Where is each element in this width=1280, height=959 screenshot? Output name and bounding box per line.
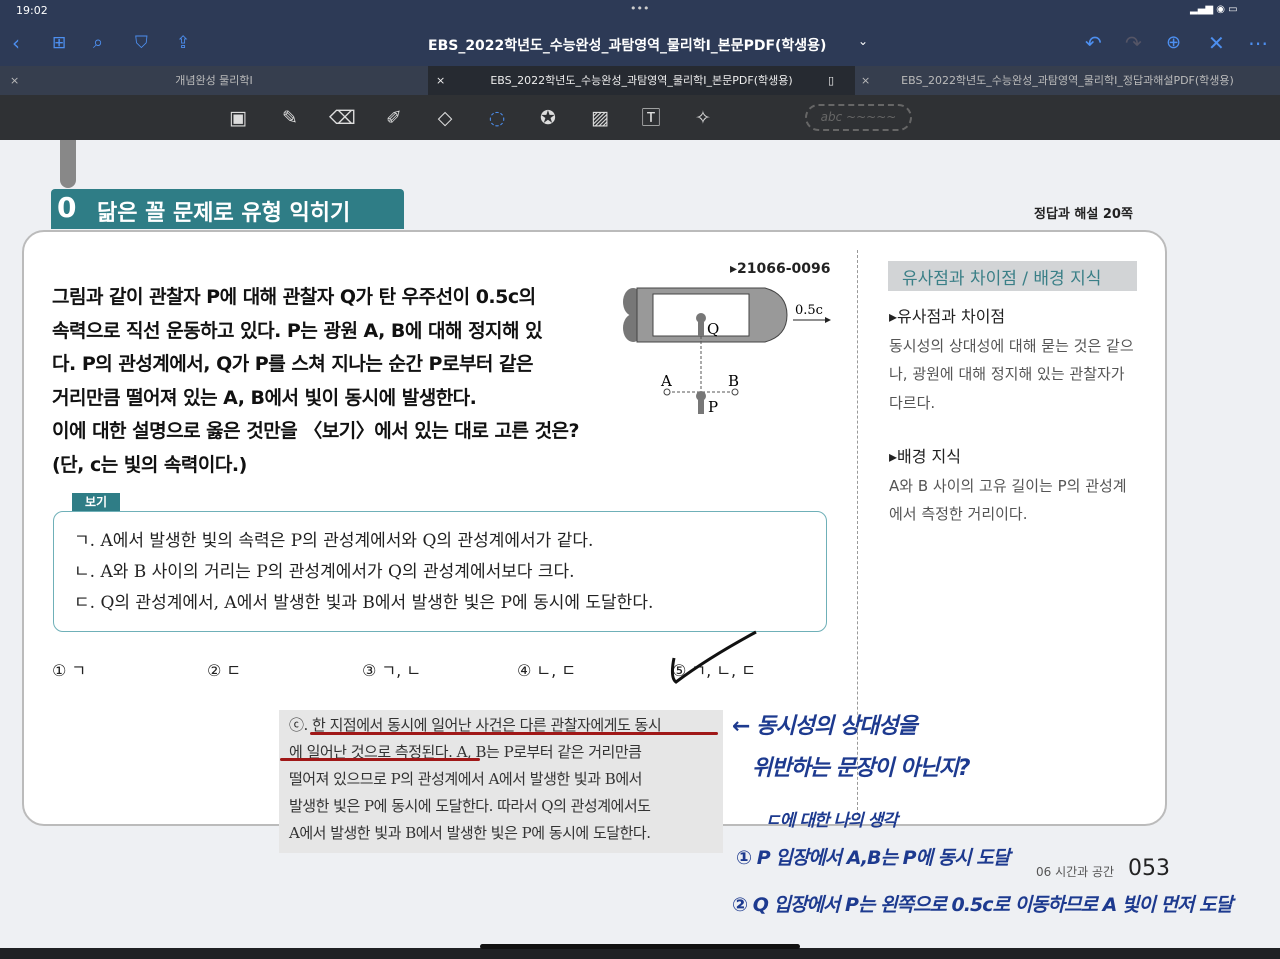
nav-bar: ‹ ⊞ ⌕ ⛉ ⇪ EBS_2022학년도_수능완성_과탐영역_물리학I_본문P… [0, 22, 1280, 66]
section-title: 닮은 꼴 문제로 유형 익히기 [97, 201, 351, 226]
choice-3[interactable]: ③ ㄱ, ㄴ [362, 657, 421, 681]
image-icon[interactable]: ▨ [587, 105, 613, 131]
search-icon[interactable]: ⌕ [93, 32, 103, 54]
handwritten-note: ② Q 입장에서 P는 왼쪽으로 0.5c로 이동하므로 A 빛이 먼저 도달 [732, 894, 1233, 916]
footer-chapter: 06 시간과 공간 [1036, 865, 1115, 879]
underline-annotation [310, 732, 718, 735]
label-p: P [708, 398, 718, 416]
bogi-item: ㄴ. A와 B 사이의 거리는 P의 관성계에서가 Q의 관성계에서보다 크다. [74, 562, 575, 582]
tab-bar: × 개념완성 물리학I × EBS_2022학년도_수능완성_과탐영역_물리학I… [0, 66, 1280, 95]
side-header: 유사점과 차이점 / 배경 지식 [888, 261, 1137, 291]
page-number: 053 [1128, 856, 1170, 881]
annotation-toolbar: ▣ ✎ ⌫ ✐ ◇ ◌ ✪ ▨ 🅃 ✧ abc ~~~~~ [0, 95, 1280, 140]
laser-pointer-icon[interactable]: ✧ [690, 105, 716, 131]
clock: 19:02 [16, 4, 48, 17]
bogi-item: ㄱ. A에서 발생한 빛의 속력은 P의 관성계에서와 Q의 관성계에서가 같다… [74, 531, 594, 551]
spaceship-figure: 0.5c Q A B P [623, 287, 831, 416]
eraser-icon[interactable]: ⌫ [329, 105, 356, 131]
text-icon[interactable]: 🅃 [638, 105, 664, 131]
close-pen-icon[interactable]: ✕ [1208, 32, 1225, 54]
page-tool-icon[interactable]: ▣ [225, 105, 251, 131]
redo-icon[interactable]: ↷ [1125, 32, 1142, 54]
share-icon[interactable]: ⇪ [176, 32, 190, 54]
tab-close-icon[interactable]: × [861, 66, 870, 95]
underline-annotation [280, 758, 480, 761]
bottom-bar [0, 948, 1280, 959]
split-view-icon[interactable]: ▯ [828, 66, 834, 95]
shapes-icon[interactable]: ◇ [432, 105, 458, 131]
add-page-icon[interactable]: ⊕ [1166, 32, 1181, 54]
tab-answers[interactable]: × EBS_2022학년도_수능완성_과탐영역_물리학I_정답과해설PDF(학생… [855, 66, 1280, 95]
tab-label: EBS_2022학년도_수능완성_과탐영역_물리학I_정답과해설PDF(학생용) [901, 74, 1234, 87]
undo-icon[interactable]: ↶ [1085, 32, 1102, 54]
question-text: 그림과 같이 관찰자 P에 대해 관찰자 Q가 탄 우주선이 0.5c의 속력으로… [52, 286, 580, 476]
answer-reference: 정답과 해설 20쪽 [1034, 207, 1133, 222]
bogi-item: ㄷ. Q의 관성계에서, A에서 발생한 빛과 B에서 발생한 빛은 P에 동시… [74, 593, 654, 613]
label-a: A [660, 372, 672, 390]
tab-label: 개념완성 물리학I [175, 74, 253, 87]
lasso-icon[interactable]: ◌ [484, 105, 510, 131]
choice-4[interactable]: ④ ㄴ, ㄷ [517, 657, 576, 681]
status-bar: 19:02 ••• ▂▄▆ ◉ ▭ [0, 0, 1280, 22]
tab-label: EBS_2022학년도_수능완성_과탐영역_물리학I_본문PDF(학생용) [490, 74, 793, 87]
document-title[interactable]: EBS_2022학년도_수능완성_과탐영역_물리학I_본문PDF(학생용) [428, 35, 826, 55]
binder-clip-icon [60, 140, 76, 188]
tab-main-active[interactable]: × EBS_2022학년도_수능완성_과탐영역_물리학I_본문PDF(학생용) … [428, 66, 855, 95]
title-chevron-icon[interactable]: ⌄ [858, 34, 868, 48]
more-icon[interactable]: ⋯ [1248, 32, 1268, 54]
home-indicator[interactable] [480, 944, 800, 949]
bogi-label: 보기 [72, 493, 120, 511]
section-header: 0 닮은 꼴 문제로 유형 익히기 [51, 189, 404, 229]
tab-concept[interactable]: × 개념완성 물리학I [0, 66, 428, 95]
problem-id: ▸21066-0096 [730, 261, 831, 277]
highlighter-icon[interactable]: ✐ [381, 105, 407, 131]
sticker-icon[interactable]: ✪ [535, 105, 561, 131]
handwritten-note: ← 동시성의 상대성을 [732, 714, 918, 739]
bookmark-icon[interactable]: ⛉ [135, 32, 148, 54]
speed-label: 0.5c [795, 303, 823, 318]
handwritten-note: ① P 입장에서 A,B는 P에 동시 도달 [736, 847, 1010, 869]
pen-icon[interactable]: ✎ [277, 105, 303, 131]
choice-2[interactable]: ② ㄷ [207, 657, 241, 681]
side-notes: ▸유사점과 차이점 동시성의 상대성에 대해 묻는 것은 같으나, 광원에 대해… [889, 307, 1134, 523]
section-number: 0 [57, 191, 77, 224]
handwritten-note: 위반하는 문장이 아닌지? [752, 756, 970, 781]
handwritten-note: ㄷ에 대한 나의 생각 [765, 811, 898, 831]
tab-close-icon[interactable]: × [10, 66, 19, 95]
signal-wifi-battery-icon: ▂▄▆ ◉ ▭ [1190, 4, 1238, 15]
grid-icon[interactable]: ⊞ [52, 32, 66, 54]
multitask-dots[interactable]: ••• [630, 2, 649, 15]
label-b: B [728, 372, 739, 390]
choice-1[interactable]: ① ㄱ [52, 657, 86, 681]
label-q: Q [707, 320, 719, 338]
back-icon[interactable]: ‹ [12, 32, 20, 54]
lasso-text-tool[interactable]: abc ~~~~~ [805, 104, 912, 131]
checkmark-annotation [670, 630, 757, 684]
tab-close-icon[interactable]: × [436, 66, 445, 95]
bogi-box: ㄱ. A에서 발생한 빛의 속력은 P의 관성계에서와 Q의 관성계에서가 같다… [53, 511, 827, 632]
